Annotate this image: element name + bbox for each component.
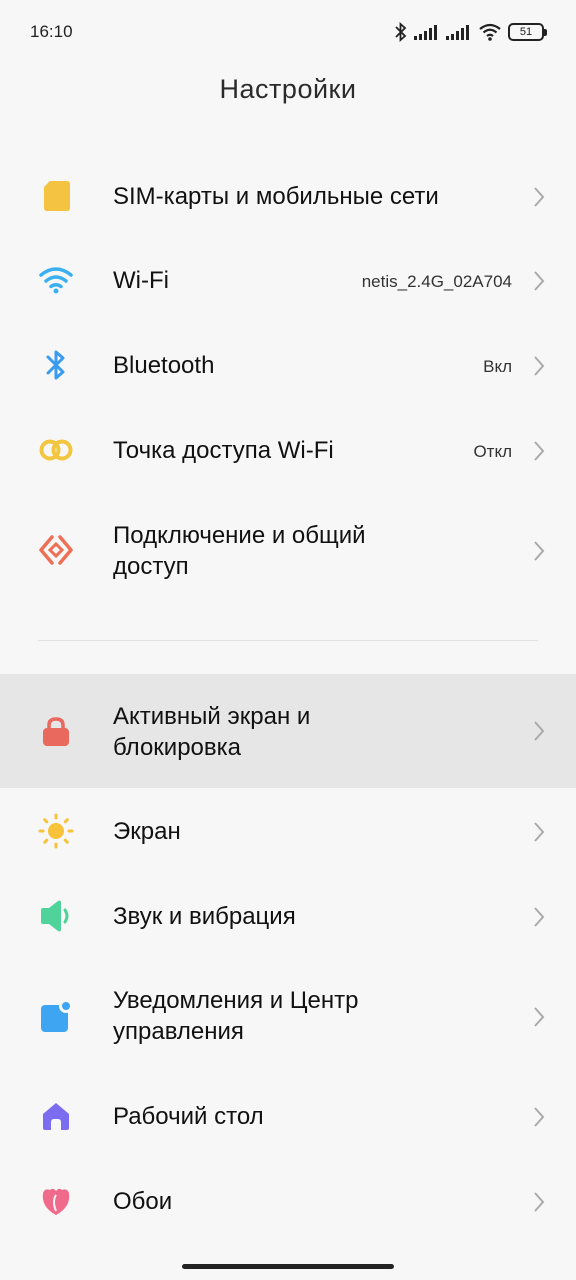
sound-icon (38, 898, 74, 934)
chevron-right-icon (534, 356, 545, 376)
bluetooth-status: Вкл (483, 357, 512, 376)
label-line-1: Подключение и общий (113, 522, 366, 549)
settings-item-sound[interactable]: Звук и вибрация (0, 880, 576, 954)
settings-item-home-screen[interactable]: Рабочий стол (0, 1080, 576, 1154)
settings-item-label: SIM-карты и мобильные сети (113, 183, 439, 210)
label-line-2: управления (113, 1018, 244, 1045)
wifi-status-icon (479, 23, 501, 41)
status-bar: 16:10 51 (0, 0, 576, 64)
chevron-right-icon (534, 187, 545, 207)
signal-icon-1 (414, 25, 437, 40)
chevron-right-icon (534, 271, 545, 291)
chevron-right-icon (534, 1107, 545, 1127)
bluetooth-status-icon (395, 22, 407, 42)
settings-item-wifi[interactable]: Wi-Fi netis_2.4G_02A704 (0, 244, 576, 318)
settings-item-label: Активный экран и блокировка (113, 701, 310, 763)
settings-item-connection-sharing[interactable]: Подключение и общий доступ (0, 500, 576, 604)
settings-item-label: Звук и вибрация (113, 903, 296, 930)
battery-icon: 51 (508, 23, 547, 41)
label-line-1: Активный экран и (113, 703, 311, 730)
wallpaper-icon (38, 1183, 74, 1219)
label-line-2: блокировка (113, 734, 242, 761)
status-icons: 51 (394, 20, 547, 44)
chevron-right-icon (534, 441, 545, 461)
settings-item-label: Обои (113, 1188, 173, 1215)
chevron-right-icon (534, 541, 545, 561)
connection-sharing-icon (38, 532, 74, 568)
settings-item-bluetooth[interactable]: Bluetooth Вкл (0, 329, 576, 403)
chevron-right-icon (534, 1192, 545, 1212)
settings-item-label: Wi-Fi (113, 267, 169, 294)
label-line-2: доступ (113, 553, 189, 580)
settings-item-label: Точка доступа Wi-Fi (113, 437, 334, 464)
settings-item-sim[interactable]: SIM-карты и мобильные сети (0, 160, 576, 234)
settings-item-label: Bluetooth (113, 352, 215, 379)
wifi-icon (38, 262, 74, 298)
chevron-right-icon (534, 907, 545, 927)
gesture-home-bar[interactable] (182, 1264, 394, 1269)
home-icon (38, 1098, 74, 1134)
settings-item-display[interactable]: Экран (0, 795, 576, 869)
notifications-icon (38, 999, 74, 1035)
sim-card-icon (38, 178, 74, 214)
signal-icon-2 (446, 25, 469, 40)
settings-item-hotspot[interactable]: Точка доступа Wi-Fi Откл (0, 414, 576, 488)
bluetooth-icon (38, 347, 74, 383)
section-divider (38, 640, 538, 641)
settings-item-notifications[interactable]: Уведомления и Центр управления (0, 965, 576, 1069)
chevron-right-icon (534, 721, 545, 741)
label-line-1: Уведомления и Центр (113, 987, 359, 1014)
hotspot-icon (38, 432, 74, 468)
settings-item-lock-screen[interactable]: Активный экран и блокировка (0, 674, 576, 788)
settings-item-wallpaper[interactable]: Обои (0, 1165, 576, 1239)
settings-item-label: Рабочий стол (113, 1103, 264, 1130)
chevron-right-icon (534, 1007, 545, 1027)
chevron-right-icon (534, 822, 545, 842)
page-title: Настройки (219, 74, 357, 104)
settings-item-label: Экран (113, 818, 181, 845)
hotspot-status: Откл (473, 442, 512, 461)
battery-level: 51 (519, 26, 533, 38)
lock-icon (38, 714, 74, 750)
settings-item-label: Подключение и общий доступ (113, 520, 366, 582)
status-time: 16:10 (30, 22, 73, 41)
wifi-network-name: netis_2.4G_02A704 (361, 272, 512, 291)
settings-item-label: Уведомления и Центр управления (113, 985, 359, 1047)
display-sun-icon (38, 813, 74, 849)
